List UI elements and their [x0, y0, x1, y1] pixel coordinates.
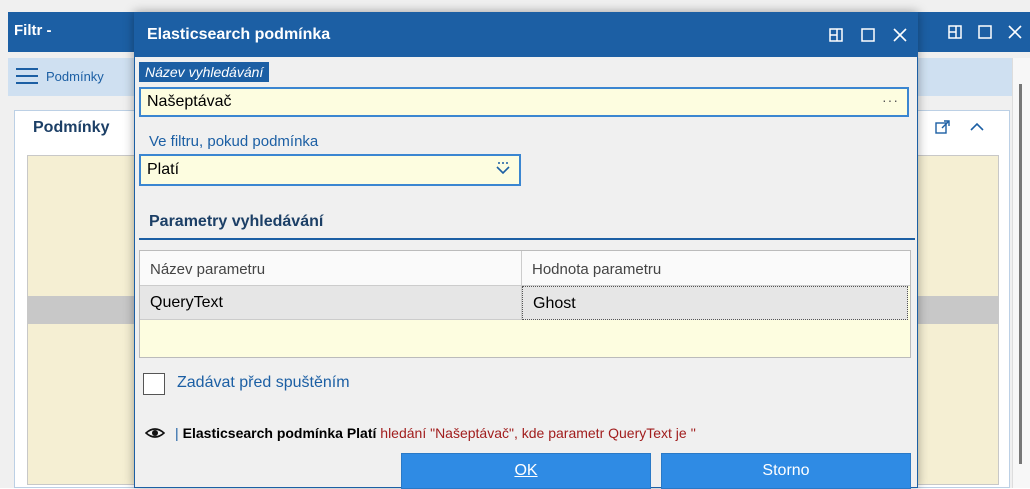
table-cell-param-name[interactable]: QueryText [140, 286, 522, 320]
restore-icon[interactable] [825, 24, 847, 46]
cancel-button-label: Storno [762, 462, 810, 479]
condition-select[interactable]: Platí [139, 154, 521, 186]
chevron-up-icon[interactable] [969, 119, 985, 139]
column-header-value[interactable]: Hodnota parametru [522, 251, 910, 286]
toolbar-label[interactable]: Podmínky [46, 69, 104, 84]
menu-icon[interactable] [16, 68, 38, 86]
column-header-name[interactable]: Název parametru [140, 251, 522, 286]
dialog-title-bar[interactable]: Elasticsearch podmínka [135, 13, 917, 57]
background-window-title: Filtr - [14, 22, 52, 39]
section-divider [139, 238, 915, 240]
cancel-button[interactable]: Storno [661, 453, 911, 489]
ok-button-label: OK [514, 462, 538, 479]
ask-before-run-checkbox[interactable] [143, 373, 165, 395]
eye-icon[interactable] [144, 423, 166, 443]
summary-text: hledání "Našeptávač", kde parametr Query… [376, 425, 696, 441]
condition-value: Platí [147, 161, 180, 178]
elasticsearch-condition-dialog: Elasticsearch podmínka Název vyhledávání… [134, 12, 918, 489]
table-cell-param-value[interactable]: Ghost [522, 286, 908, 320]
close-icon[interactable] [1004, 21, 1026, 43]
dropdown-icon[interactable] [495, 160, 511, 179]
ok-button[interactable]: OK [401, 453, 651, 489]
ask-before-run-label[interactable]: Zadávat před spuštěním [177, 374, 350, 392]
scrollbar-thumb[interactable] [1019, 84, 1022, 464]
search-name-input[interactable]: Našeptávač ··· [139, 87, 909, 117]
parameters-section-title: Parametry vyhledávání [149, 213, 324, 230]
close-icon[interactable] [889, 24, 911, 46]
search-name-label: Název vyhledávání [139, 62, 270, 82]
parameters-table: Název parametru Hodnota parametru QueryT… [139, 250, 911, 358]
summary-separator: | [175, 425, 179, 441]
dialog-title: Elasticsearch podmínka [147, 26, 331, 43]
summary-bold: Elasticsearch podmínka Platí [182, 425, 377, 441]
maximize-icon[interactable] [857, 24, 879, 46]
panel-title: Podmínky [33, 119, 110, 136]
condition-summary: | Elasticsearch podmínka Platí hledání "N… [175, 425, 696, 441]
maximize-icon[interactable] [974, 21, 996, 43]
restore-icon[interactable] [944, 21, 966, 43]
popout-icon[interactable] [935, 119, 951, 139]
condition-label: Ve filtru, pokud podmínka [149, 133, 319, 150]
search-name-value: Našeptávač [147, 93, 232, 110]
scrollbar[interactable] [1012, 58, 1030, 488]
ellipsis-icon[interactable]: ··· [882, 92, 899, 108]
